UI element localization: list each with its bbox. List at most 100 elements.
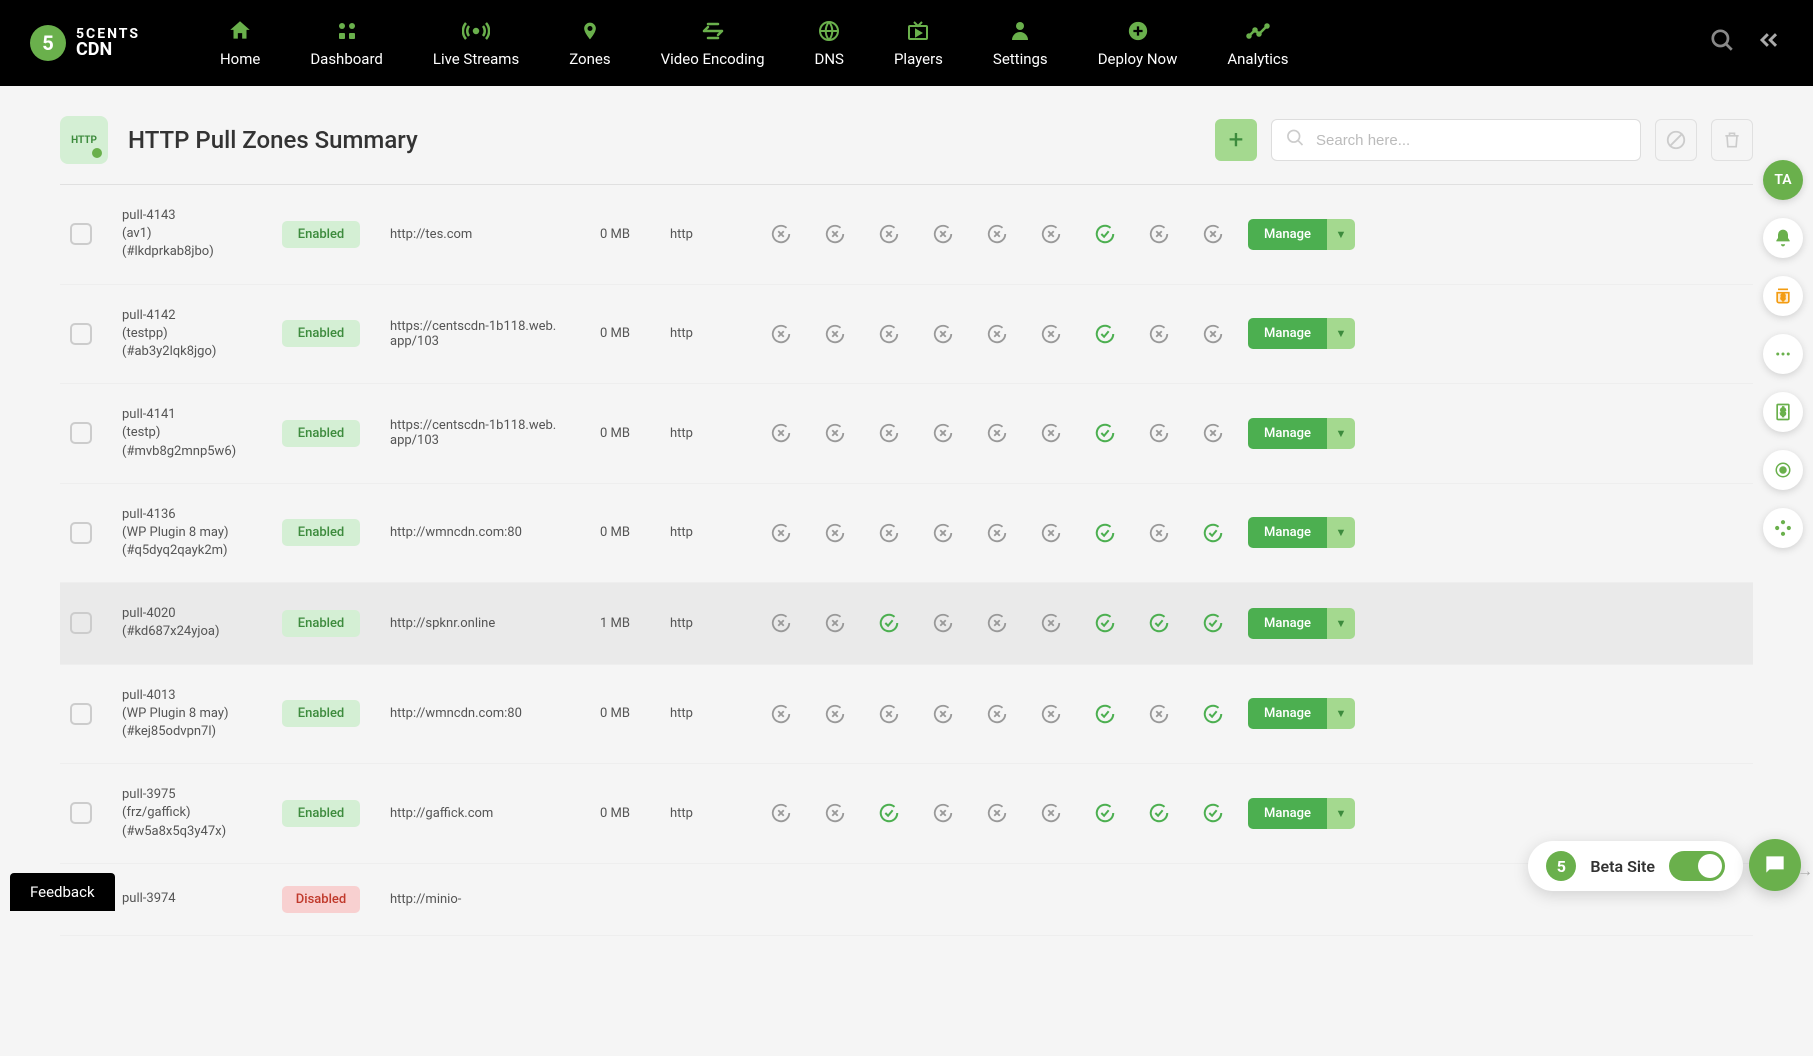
- row-checkbox[interactable]: [70, 612, 92, 634]
- nav-label: DNS: [815, 50, 844, 68]
- expand-right-icon[interactable]: →: [1797, 861, 1813, 881]
- manage-button[interactable]: Manage: [1248, 608, 1327, 639]
- zone-origin: https://centscdn-1b118.web.app/103: [370, 319, 560, 349]
- nav-zones[interactable]: Zones: [569, 18, 610, 68]
- manage-dropdown-button[interactable]: ▼: [1327, 418, 1355, 449]
- dpad-icon[interactable]: [1763, 508, 1803, 548]
- nav-dashboard[interactable]: Dashboard: [310, 18, 383, 68]
- grid-icon: [335, 18, 359, 44]
- block-icon[interactable]: [1655, 119, 1697, 161]
- nav-dns[interactable]: DNS: [815, 18, 844, 68]
- avatar-button[interactable]: TA: [1763, 160, 1803, 200]
- status-badge: Enabled: [282, 800, 360, 827]
- zone-type: http: [670, 426, 740, 441]
- status-flag-disabled-icon: [932, 422, 954, 444]
- status-flag-enabled-icon: [878, 802, 900, 824]
- search-field-icon: [1285, 128, 1305, 153]
- status-flag-disabled-icon: [986, 703, 1008, 725]
- nav-video-encoding[interactable]: Video Encoding: [661, 18, 765, 68]
- billing-icon[interactable]: $: [1763, 392, 1803, 432]
- row-checkbox[interactable]: [70, 223, 92, 245]
- http-zone-icon: HTTP: [60, 116, 108, 164]
- status-flag-disabled-icon: [932, 522, 954, 544]
- status-flag-enabled-icon: [1094, 522, 1116, 544]
- manage-dropdown-button[interactable]: ▼: [1327, 517, 1355, 548]
- brand-logo[interactable]: 5 5CENTS CDN: [30, 25, 140, 61]
- more-icon[interactable]: [1763, 334, 1803, 374]
- nav-analytics[interactable]: Analytics: [1227, 18, 1288, 68]
- zone-flags: [750, 703, 1224, 725]
- status-flag-disabled-icon: [1202, 223, 1224, 245]
- status-flag-disabled-icon: [770, 223, 792, 245]
- manage-button[interactable]: Manage: [1248, 418, 1327, 449]
- status-flag-disabled-icon: [770, 703, 792, 725]
- tv-icon: [905, 18, 931, 44]
- chat-button[interactable]: [1749, 839, 1801, 891]
- status-flag-disabled-icon: [1040, 802, 1062, 824]
- table-row: pull-4013(WP Plugin 8 may)(#kej85odvpn7l…: [60, 665, 1753, 765]
- row-checkbox[interactable]: [70, 422, 92, 444]
- nav-players[interactable]: Players: [894, 18, 943, 68]
- search-input[interactable]: [1271, 119, 1641, 161]
- nav-live-streams[interactable]: Live Streams: [433, 18, 519, 68]
- row-checkbox[interactable]: [70, 522, 92, 544]
- zone-type: http: [670, 326, 740, 341]
- beta-toggle[interactable]: [1669, 851, 1725, 881]
- zone-type: http: [670, 227, 740, 242]
- table-row: pull-3975(frz/gaffick)(#w5a8x5q3y47x)Ena…: [60, 764, 1753, 864]
- status-flag-enabled-icon: [1094, 422, 1116, 444]
- status-flag-disabled-icon: [932, 703, 954, 725]
- table-row: pull-4136(WP Plugin 8 may)(#q5dyq2qayk2m…: [60, 484, 1753, 584]
- page-header: HTTP HTTP Pull Zones Summary +: [60, 106, 1753, 185]
- manage-dropdown-button[interactable]: ▼: [1327, 608, 1355, 639]
- row-checkbox[interactable]: [70, 703, 92, 725]
- plus-icon: [1127, 18, 1149, 44]
- manage-dropdown-button[interactable]: ▼: [1327, 798, 1355, 829]
- nav-deploy-now[interactable]: Deploy Now: [1098, 18, 1178, 68]
- manage-button[interactable]: Manage: [1248, 318, 1327, 349]
- record-icon[interactable]: [1763, 450, 1803, 490]
- zone-type: http: [670, 525, 740, 540]
- manage-button[interactable]: Manage: [1248, 798, 1327, 829]
- notifications-icon[interactable]: [1763, 218, 1803, 258]
- status-flag-disabled-icon: [1040, 703, 1062, 725]
- zone-size: 1 MB: [570, 616, 660, 631]
- zone-name: pull-3974: [122, 890, 272, 908]
- delete-icon[interactable]: [1711, 119, 1753, 161]
- add-zone-button[interactable]: +: [1215, 119, 1257, 161]
- status-flag-disabled-icon: [986, 323, 1008, 345]
- status-flag-disabled-icon: [1148, 703, 1170, 725]
- status-flag-disabled-icon: [770, 612, 792, 634]
- status-flag-enabled-icon: [1202, 802, 1224, 824]
- logo-text: 5CENTS CDN: [76, 27, 140, 59]
- zone-name: pull-4013(WP Plugin 8 may)(#kej85odvpn7l…: [122, 687, 272, 742]
- zone-origin: https://centscdn-1b118.web.app/103: [370, 418, 560, 448]
- manage-button[interactable]: Manage: [1248, 219, 1327, 250]
- manage-button[interactable]: Manage: [1248, 517, 1327, 548]
- status-flag-disabled-icon: [770, 522, 792, 544]
- credits-icon[interactable]: $: [1763, 276, 1803, 316]
- status-flag-disabled-icon: [986, 223, 1008, 245]
- zone-type: http: [670, 616, 740, 631]
- search-icon[interactable]: [1709, 27, 1735, 59]
- status-badge: Enabled: [282, 320, 360, 347]
- chart-icon: [1244, 18, 1272, 44]
- manage-dropdown-button[interactable]: ▼: [1327, 219, 1355, 250]
- manage-button[interactable]: Manage: [1248, 698, 1327, 729]
- manage-dropdown-button[interactable]: ▼: [1327, 698, 1355, 729]
- zone-origin: http://gaffick.com: [370, 806, 560, 821]
- page-title: HTTP Pull Zones Summary: [128, 126, 418, 154]
- nav-settings[interactable]: Settings: [993, 18, 1048, 68]
- zone-size: 0 MB: [570, 525, 660, 540]
- status-flag-disabled-icon: [824, 522, 846, 544]
- row-checkbox[interactable]: [70, 802, 92, 824]
- collapse-icon[interactable]: [1755, 26, 1783, 60]
- manage-dropdown-button[interactable]: ▼: [1327, 318, 1355, 349]
- status-flag-disabled-icon: [1040, 223, 1062, 245]
- beta-logo-icon: 5: [1546, 851, 1576, 881]
- status-flag-disabled-icon: [878, 703, 900, 725]
- row-checkbox[interactable]: [70, 323, 92, 345]
- nav-home[interactable]: Home: [220, 18, 260, 68]
- feedback-button[interactable]: Feedback: [10, 873, 115, 911]
- table-row: pull-4143(av1)(#lkdprkab8jbo)Enabledhttp…: [60, 185, 1753, 285]
